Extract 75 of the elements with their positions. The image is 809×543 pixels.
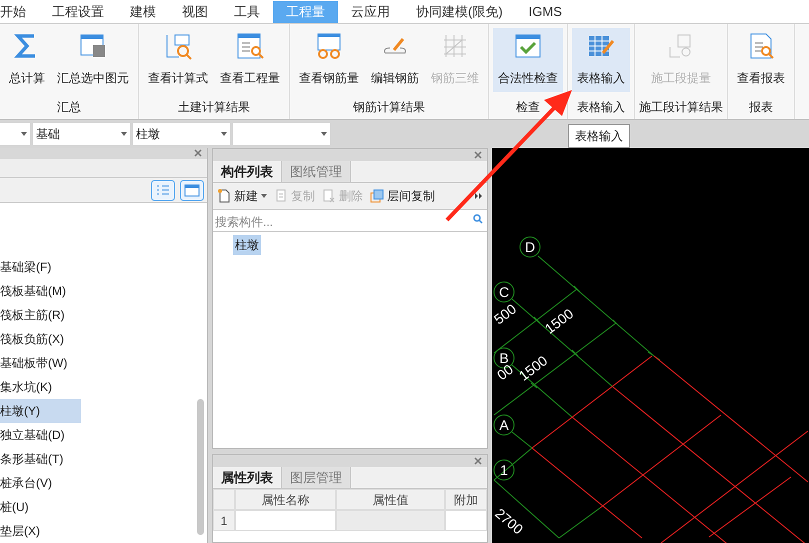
ribbon-group-title: 钢筋计算结果 [353,99,425,116]
tree-item[interactable]: 基础梁(F) [0,254,81,279]
tree-item[interactable]: 筏板基础(M) [0,278,81,303]
tree-item[interactable]: 桩承台(V) [0,470,81,495]
menu-tab[interactable]: 工程设置 [39,1,117,23]
tree-item[interactable]: 垫层(X) [0,518,81,543]
ribbon-group-title: 检查 [516,99,540,116]
delete-document-icon [322,189,336,203]
ribbon-button[interactable]: 总计算 [4,28,50,92]
ribbon-group-title: 土建计算结果 [178,99,250,116]
ribbon-group-title: 施工段计算结果 [639,99,723,116]
ribbon-button[interactable]: 查看钢筋量 [294,28,364,92]
column-header: 属性值 [336,489,445,510]
dropdown-field[interactable] [233,123,330,145]
menu-tab[interactable]: 视图 [169,1,221,23]
tree-item[interactable]: 柱墩(Y) [0,398,81,423]
ribbon-button[interactable]: 编辑钢筋 [366,28,424,92]
ribbon-button[interactable]: 表格输入 [572,28,630,92]
search-field[interactable]: 搜索构件... [213,214,487,232]
ribbon-group-title: 汇总 [57,99,81,116]
ribbon-button[interactable]: 查看计算式 [143,28,213,92]
dropdown-field[interactable]: 基础 [33,123,130,145]
ribbon-button[interactable]: 查看工程量 [215,28,285,92]
dimension-label: 500 [492,300,520,328]
new-document-icon [217,189,231,203]
column-header: 附加 [445,489,487,510]
axis-label: A [494,414,514,436]
copy-icon [274,189,288,203]
caret-icon [221,132,227,136]
document-magnifier-icon [235,31,265,61]
caret-icon [21,132,27,136]
close-icon[interactable] [474,151,482,159]
component-item[interactable]: 柱墩 [233,235,261,255]
close-icon[interactable] [194,149,202,158]
search-icon [473,214,483,224]
window-view-icon[interactable] [180,180,204,201]
dropdown-field[interactable] [0,123,30,145]
caret-icon [261,194,267,198]
tree-item[interactable]: 条形基础(T) [0,446,81,471]
menu-tab[interactable]: 建模 [117,1,169,23]
overflow-icon[interactable] [475,192,483,200]
menu-tab[interactable]: 工具 [221,1,273,23]
menu-tab[interactable]: 云应用 [338,1,403,23]
column-header: 属性名称 [235,489,336,510]
caret-icon [121,132,127,136]
list-view-icon[interactable] [151,180,175,201]
ribbon-button[interactable]: 汇总选中图元 [52,28,134,92]
ribbon-button[interactable]: 查看报表 [732,28,790,92]
axis-label: D [520,236,540,258]
ribbon-button[interactable]: 合法性检查 [493,28,563,92]
axis-label: C [494,282,514,302]
tree-item[interactable]: 筏板主筋(R) [0,302,81,327]
dropdown-field[interactable]: 柱墩 [133,123,230,145]
toolbar-button[interactable]: 层间复制 [370,187,435,205]
table-cell[interactable] [235,510,336,531]
ribbon-group-title: 表格输入 [577,99,625,116]
toolbar-button[interactable]: 新建 [217,187,267,205]
menu-tab[interactable]: 协同建模(限免) [403,1,516,23]
layers-icon [370,189,384,203]
tooltip: 表格输入 [568,124,630,148]
menu-tab[interactable]: 开始 [0,1,39,23]
menu-tab[interactable]: IGMS [516,1,575,23]
tree-item[interactable]: 集水坑(K) [0,374,81,399]
table-cell[interactable] [445,510,487,531]
table-cell[interactable] [336,510,445,531]
tree-item[interactable]: 桩(U) [0,494,81,519]
tree-item[interactable]: 基础板带(W) [0,350,81,375]
scrollbar[interactable] [197,398,204,535]
close-icon[interactable] [474,457,482,465]
caret-icon [321,132,327,136]
ribbon-group-title: 报表 [749,99,773,116]
row-number: 1 [213,510,235,531]
tree-item[interactable]: 筏板负筋(X) [0,326,81,351]
axis-label: 1 [494,460,514,480]
tree-item[interactable]: 独立基础(D) [0,422,81,447]
